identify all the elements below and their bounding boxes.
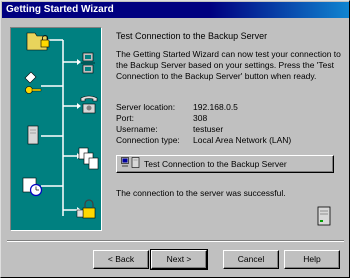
wizard-window: Getting Started Wizard Test Connection t… — [0, 0, 350, 278]
page-description: The Getting Started Wizard can now test … — [116, 49, 341, 81]
cancel-button[interactable]: Cancel — [223, 250, 279, 269]
server-left-icon — [27, 125, 39, 145]
info-value: 308 — [193, 113, 208, 123]
next-button[interactable]: Next > — [150, 249, 208, 270]
test-connection-button[interactable]: Test Connection to the Backup Server — [116, 155, 334, 173]
info-row-connection-type: Connection type: Local Area Network (LAN) — [116, 135, 291, 146]
info-row-port: Port: 308 — [116, 113, 291, 124]
computer-server-icon — [121, 156, 141, 173]
padlock-icon — [76, 199, 96, 219]
info-value: Local Area Network (LAN) — [193, 135, 292, 145]
back-button[interactable]: < Back — [93, 250, 149, 269]
info-row-username: Username: testuser — [116, 124, 291, 135]
info-row-server-location: Server location: 192.168.0.5 — [116, 102, 291, 113]
folder-lock-icon — [26, 32, 50, 51]
button-separator — [7, 240, 344, 242]
info-label: Username: — [116, 124, 158, 134]
server-icon — [317, 206, 331, 228]
test-connection-label: Test Connection to the Backup Server — [144, 159, 287, 169]
page-heading: Test Connection to the Backup Server — [116, 31, 268, 41]
clock-icon — [22, 177, 43, 197]
info-value: 192.168.0.5 — [193, 102, 238, 112]
key-icon — [24, 71, 42, 94]
connection-info: Server location: 192.168.0.5 Port: 308 Use… — [116, 102, 291, 146]
phone-icon — [80, 95, 98, 114]
info-label: Connection type: — [116, 135, 180, 145]
title-bar[interactable]: Getting Started Wizard — [2, 2, 349, 18]
documents-icon — [78, 147, 99, 170]
info-value: testuser — [193, 124, 224, 134]
info-label: Port: — [116, 113, 134, 123]
window-title: Getting Started Wizard — [6, 4, 114, 15]
info-label: Server location: — [116, 102, 176, 112]
result-message: The connection to the server was success… — [116, 188, 286, 198]
help-button[interactable]: Help — [284, 250, 340, 269]
wizard-graphic-panel — [10, 27, 102, 231]
network-computers-icon — [81, 52, 95, 74]
